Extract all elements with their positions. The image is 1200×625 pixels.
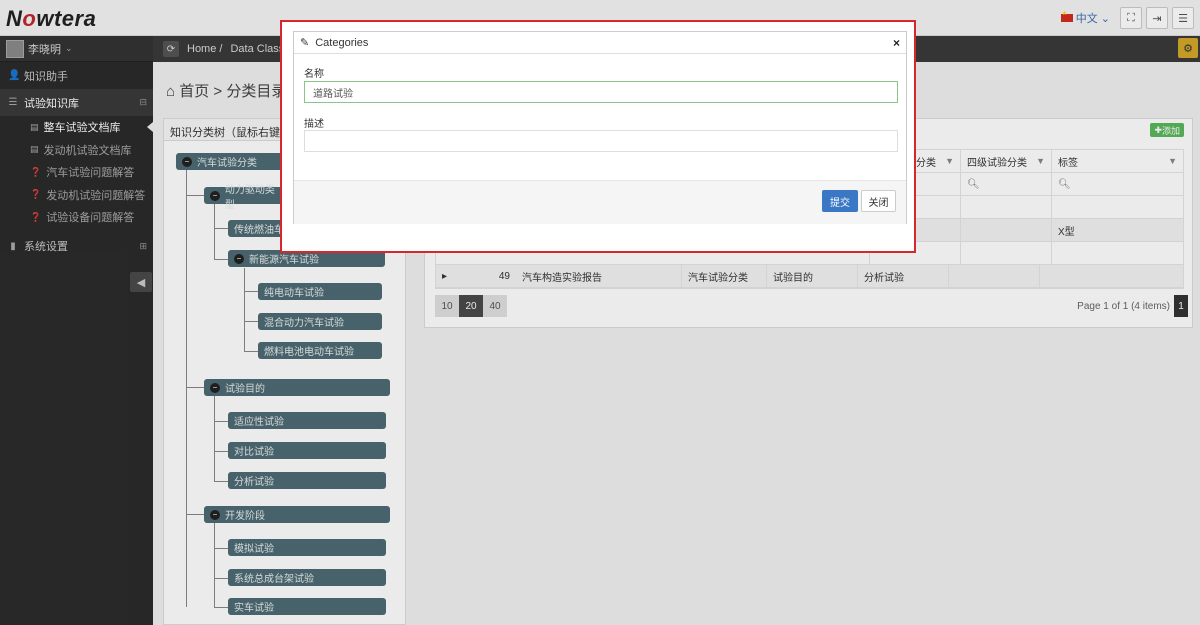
dialog-footer: 提交 关闭 (294, 180, 906, 224)
categories-dialog: ✎ Categories × 名称 描述 提交 关闭 (293, 31, 907, 224)
close-icon[interactable]: × (893, 36, 900, 50)
submit-button[interactable]: 提交 (822, 190, 858, 212)
modal-highlight-frame: ✎ Categories × 名称 描述 提交 关闭 (280, 20, 916, 253)
description-label: 描述 (304, 119, 324, 130)
dialog-title: Categories (315, 36, 369, 49)
close-button[interactable]: 关闭 (861, 190, 896, 212)
dialog-header: ✎ Categories (294, 32, 906, 54)
description-input[interactable] (304, 130, 898, 152)
edit-icon: ✎ (300, 37, 310, 49)
name-input[interactable] (304, 81, 898, 103)
name-label: 名称 (304, 69, 324, 80)
